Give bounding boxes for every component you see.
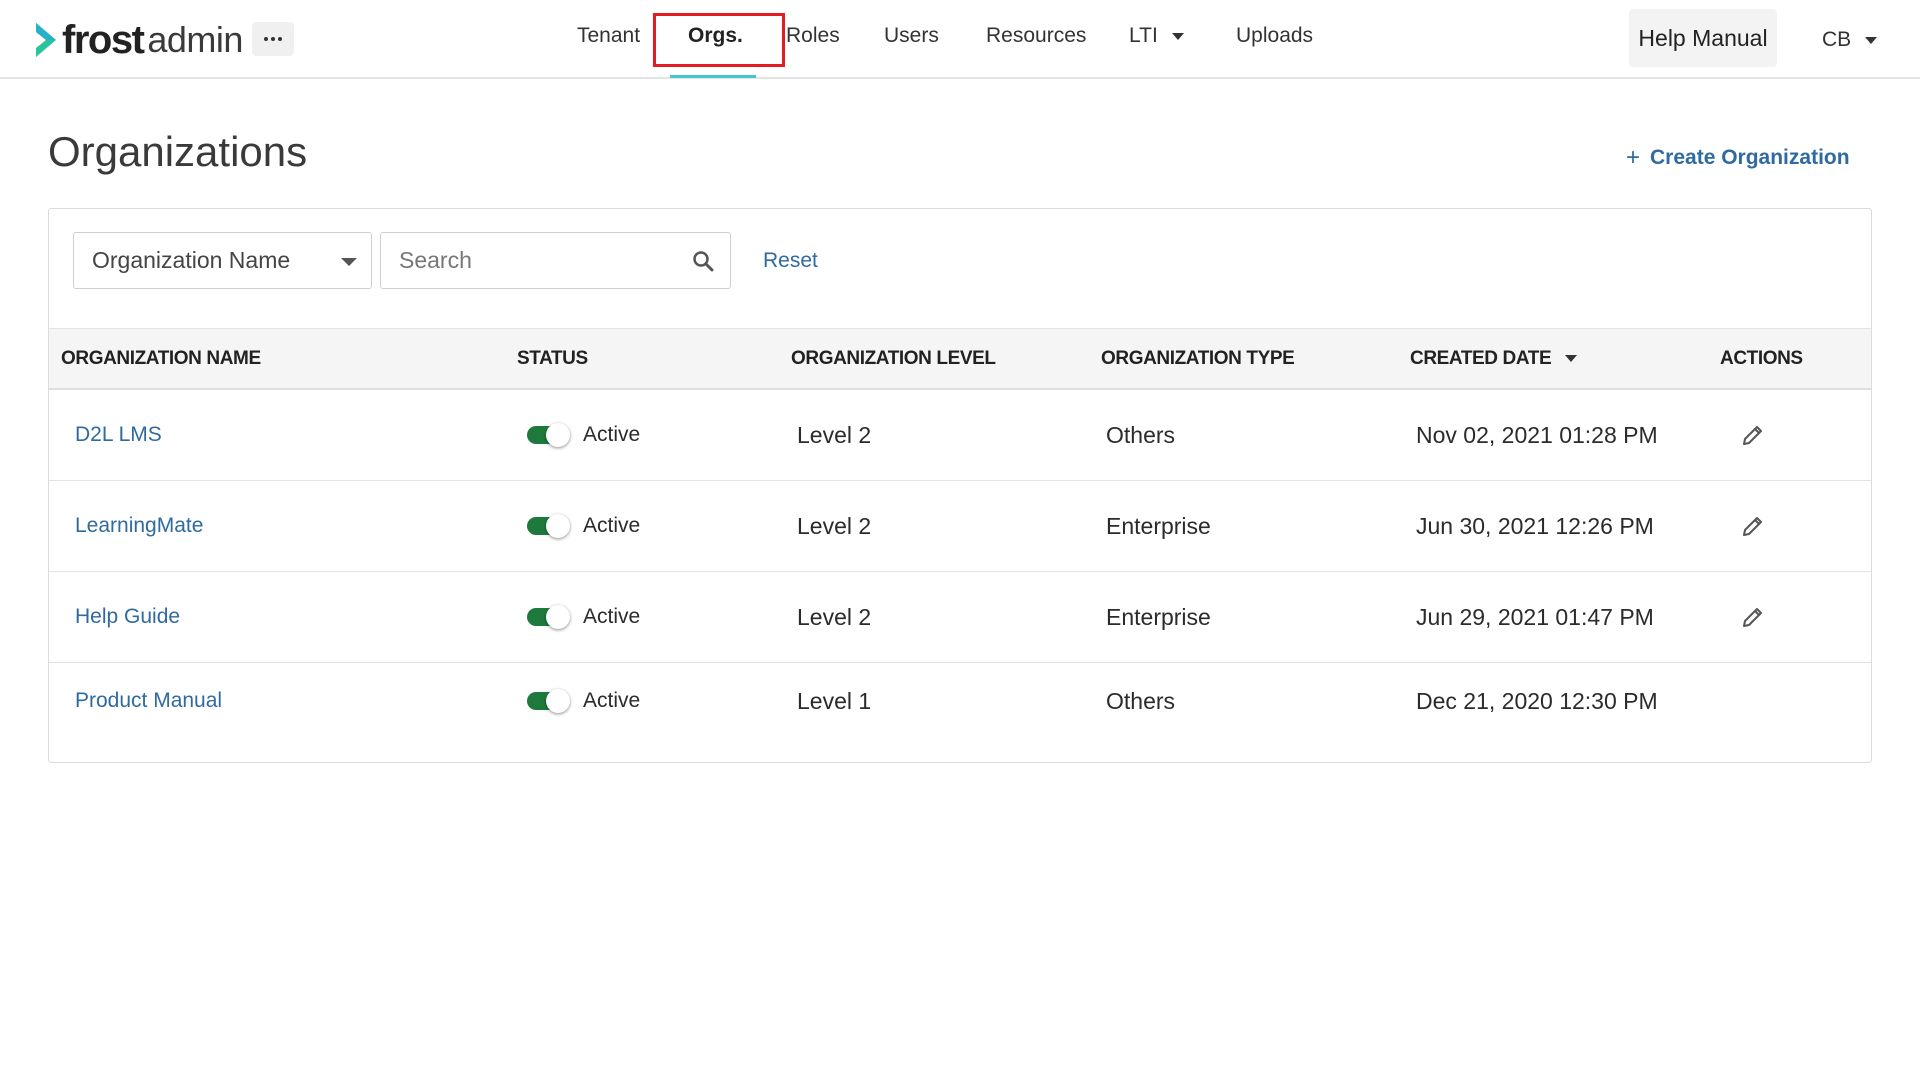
create-organization-label: Create Organization [1650,146,1850,169]
search-field-select[interactable]: Organization Name [73,232,372,289]
status-label: Active [583,514,641,537]
org-name-link[interactable]: D2L LMS [75,423,162,447]
table-row: D2L LMS Active Level 2 Others Nov 02, 20… [49,390,1871,481]
nav-tab-users[interactable]: Users [884,24,939,48]
logo-wordmark: frost [62,17,145,62]
org-type: Enterprise [1106,513,1211,539]
column-header-status[interactable]: STATUS [517,348,588,370]
create-organization-button[interactable]: + Create Organization [1626,144,1850,172]
org-level: Level 1 [797,688,872,714]
created-date: Nov 02, 2021 01:28 PM [1416,422,1658,448]
column-header-created-date[interactable]: CREATED DATE [1410,348,1578,370]
created-date: Dec 21, 2020 12:30 PM [1416,688,1658,714]
column-header-organization-level[interactable]: ORGANIZATION LEVEL [791,348,996,370]
org-type: Others [1106,688,1176,714]
nav-tab-lti[interactable]: LTI [1129,24,1184,48]
org-level: Level 2 [797,422,872,448]
nav-tab-roles[interactable]: Roles [786,24,840,48]
org-type: Others [1106,422,1176,448]
status-toggle[interactable] [527,423,570,447]
toggle-knob [546,689,570,713]
nav-tab-resources[interactable]: Resources [986,24,1086,48]
toggle-knob [546,514,570,538]
organizations-card: Organization Name Reset ORGANIZATION NAM… [48,208,1872,763]
search-input[interactable] [381,233,681,288]
frost-admin-logo[interactable]: frost admin [34,17,243,62]
chevron-down-icon [341,258,357,266]
created-date: Jun 29, 2021 01:47 PM [1416,604,1654,630]
org-level: Level 2 [797,513,872,539]
nav-tab-uploads[interactable]: Uploads [1236,24,1313,48]
nav-tab-tenant[interactable]: Tenant [577,24,640,48]
status-toggle[interactable] [527,689,570,713]
more-dot [278,37,282,41]
highlight-box [653,13,785,67]
pencil-icon[interactable] [1741,423,1765,447]
plus-icon: + [1626,144,1641,171]
toggle-knob [546,605,570,629]
logo-chevron-icon [36,23,56,57]
table-row: LearningMate Active Level 2 Enterprise J… [49,481,1871,572]
more-options-button[interactable] [252,22,294,56]
org-type: Enterprise [1106,604,1211,630]
help-manual-button[interactable]: Help Manual [1629,9,1777,67]
pencil-icon[interactable] [1741,514,1765,538]
column-header-created-date-label: CREATED DATE [1410,348,1552,369]
search-icon[interactable] [692,250,714,272]
status-label: Active [583,605,641,628]
status-label: Active [583,689,641,712]
sort-descending-icon [1565,355,1578,363]
active-tab-indicator [670,75,756,78]
status-toggle[interactable] [527,605,570,629]
column-header-organization-type[interactable]: ORGANIZATION TYPE [1101,348,1295,370]
search-field-select-value: Organization Name [92,247,291,273]
org-name-link[interactable]: Product Manual [75,689,222,713]
column-header-actions: ACTIONS [1720,348,1803,369]
more-horizontal-icon [264,37,268,41]
pencil-icon[interactable] [1741,605,1765,629]
toggle-knob [546,423,570,447]
org-level: Level 2 [797,604,872,630]
chevron-down-icon [1865,36,1878,44]
column-header-organization-name[interactable]: ORGANIZATION NAME [61,348,261,370]
status-label: Active [583,423,641,446]
top-navigation-bar: frost admin Tenant Orgs. Roles Users Res… [0,0,1920,79]
table-row: Product Manual Active Level 1 Others Dec… [49,663,1871,747]
org-name-link[interactable]: Help Guide [75,605,180,629]
table-row: Help Guide Active Level 2 Enterprise Jun… [49,572,1871,663]
user-initials: CB [1822,28,1852,51]
user-menu[interactable]: CB [1822,28,1878,52]
logo-subtitle: admin [147,19,243,60]
chevron-down-icon [1171,32,1184,40]
search-box [380,232,731,289]
reset-button[interactable]: Reset [763,249,818,273]
org-name-link[interactable]: LearningMate [75,514,203,538]
more-dot [271,37,275,41]
status-toggle[interactable] [527,514,570,538]
page-title: Organizations [48,128,308,175]
created-date: Jun 30, 2021 12:26 PM [1416,513,1654,539]
nav-tab-lti-label: LTI [1129,24,1158,47]
table-header: ORGANIZATION NAME STATUS ORGANIZATION LE… [49,328,1871,390]
